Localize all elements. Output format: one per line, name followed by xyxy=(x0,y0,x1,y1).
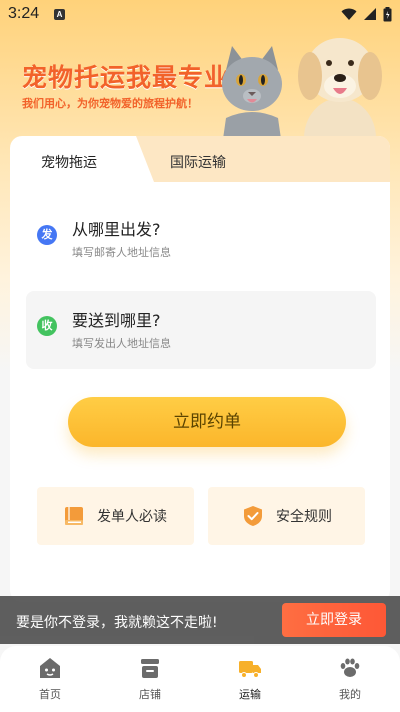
tab-pet-shipping[interactable]: 宠物拖运 xyxy=(41,152,97,172)
receiver-hint: 填写发出人地址信息 xyxy=(72,337,171,350)
book-now-button[interactable]: 立即约单 xyxy=(68,397,346,447)
sender-title: 从哪里出发? xyxy=(72,220,161,239)
nav-store-label: 店铺 xyxy=(139,688,161,701)
nav-shipping-label: 运输 xyxy=(239,688,261,701)
send-badge-icon: 发 xyxy=(37,225,57,245)
sender-guide-link[interactable]: 发单人必读 xyxy=(37,487,194,545)
hero-subline: 我们用心，为你宠物爱的旅程护航！ xyxy=(22,97,198,110)
safety-rules-label: 安全规则 xyxy=(276,509,332,525)
shipping-type-tabs: 宠物拖运 国际运输 xyxy=(10,136,390,182)
store-icon xyxy=(141,659,159,678)
truck-icon xyxy=(239,661,261,678)
receive-badge-icon: 收 xyxy=(37,316,57,336)
nav-home-label: 首页 xyxy=(39,688,61,701)
tab-international-shipping[interactable]: 国际运输 xyxy=(170,152,226,172)
shipping-form-card: 宠物拖运 国际运输 发 从哪里出发? 填写邮寄人地址信息 收 要送到哪里? 填写… xyxy=(10,136,390,602)
receiver-address-entry[interactable]: 收 要送到哪里? 填写发出人地址信息 xyxy=(26,291,376,369)
login-prompt-banner: 要是你不登录，我就赖这不走啦! 立即登录 xyxy=(0,596,400,644)
sender-address-entry[interactable]: 发 从哪里出发? 填写邮寄人地址信息 xyxy=(26,200,376,278)
nav-mine[interactable]: 我的 xyxy=(300,646,400,712)
nav-home[interactable]: 首页 xyxy=(0,646,100,712)
nav-shipping[interactable]: 运输 xyxy=(200,646,300,712)
book-icon xyxy=(65,507,83,525)
bottom-navigation: 首页 店铺 运输 我的 xyxy=(0,646,400,712)
sender-hint: 填写邮寄人地址信息 xyxy=(72,246,171,259)
notification-icon: A xyxy=(54,9,65,20)
login-now-button[interactable]: 立即登录 xyxy=(282,603,386,637)
status-time: 3:24 xyxy=(8,5,40,22)
nav-mine-label: 我的 xyxy=(339,688,361,701)
home-icon xyxy=(40,658,60,678)
paw-icon xyxy=(340,658,360,677)
receiver-title: 要送到哪里? xyxy=(72,311,161,330)
login-prompt-text: 要是你不登录，我就赖这不走啦! xyxy=(16,615,218,631)
safety-rules-link[interactable]: 安全规则 xyxy=(208,487,365,545)
sender-guide-label: 发单人必读 xyxy=(97,509,167,525)
shield-check-icon xyxy=(244,506,262,526)
nav-store[interactable]: 店铺 xyxy=(100,646,200,712)
